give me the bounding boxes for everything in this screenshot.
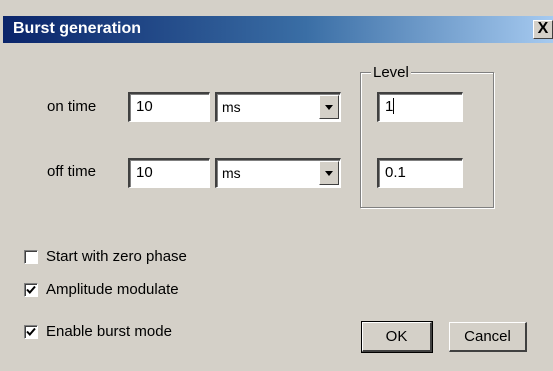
enable-burst-mode-checkbox[interactable]: [24, 325, 38, 339]
off-time-value: 10: [136, 164, 153, 181]
window-title: Burst generation: [13, 20, 142, 37]
amplitude-modulate-checkbox[interactable]: [24, 283, 38, 297]
on-time-unit-select[interactable]: ms: [215, 92, 341, 122]
check-icon: [26, 285, 36, 294]
chevron-down-icon[interactable]: [319, 161, 339, 185]
off-time-input[interactable]: 10: [128, 158, 210, 188]
burst-generation-dialog: Burst generation X on time 10 ms off tim…: [0, 0, 553, 371]
on-time-unit-value: ms: [222, 99, 241, 115]
on-time-label: on time: [47, 98, 97, 115]
off-level-value: 0.1: [385, 164, 406, 181]
off-level-input[interactable]: 0.1: [377, 158, 463, 188]
title-bar[interactable]: Burst generation: [3, 16, 553, 43]
close-button[interactable]: X: [533, 20, 553, 39]
chevron-down-icon[interactable]: [319, 95, 339, 119]
zero-phase-label[interactable]: Start with zero phase: [46, 248, 187, 265]
close-icon: X: [537, 20, 549, 37]
check-icon: [26, 327, 36, 336]
cancel-button[interactable]: Cancel: [449, 322, 527, 352]
zero-phase-checkbox[interactable]: [24, 250, 38, 264]
level-group-legend: Level: [371, 64, 411, 81]
amplitude-modulate-label[interactable]: Amplitude modulate: [46, 281, 179, 298]
ok-button[interactable]: OK: [361, 321, 433, 353]
on-time-input[interactable]: 10: [128, 92, 210, 122]
on-time-value: 10: [136, 98, 153, 115]
off-time-unit-value: ms: [222, 165, 241, 181]
text-caret: [393, 98, 395, 114]
enable-burst-mode-label[interactable]: Enable burst mode: [46, 323, 172, 340]
on-level-value: 1: [385, 98, 394, 115]
off-time-label: off time: [47, 163, 96, 180]
off-time-unit-select[interactable]: ms: [215, 158, 341, 188]
on-level-input[interactable]: 1: [377, 92, 463, 122]
